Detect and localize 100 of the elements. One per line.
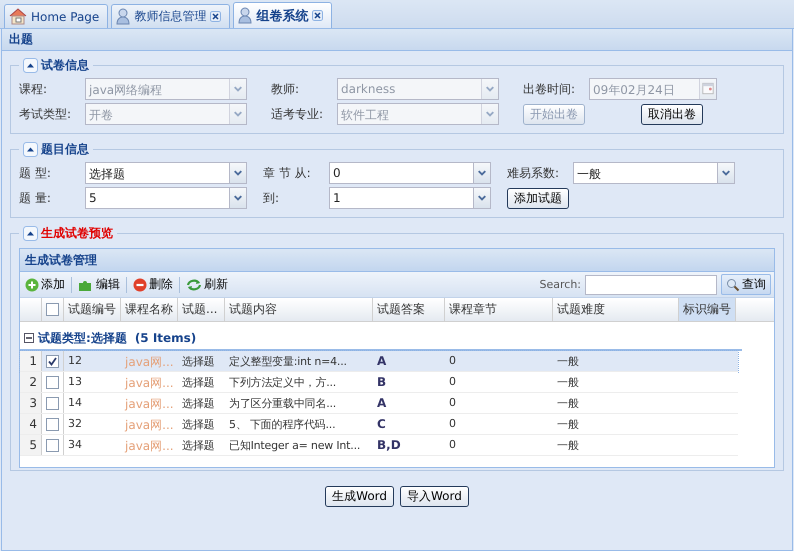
table-cell-text: java网...: [124, 375, 175, 392]
table-cell-text: java网...: [124, 396, 175, 413]
column-header[interactable]: 试题...: [178, 298, 225, 321]
collapse-icon[interactable]: [24, 333, 34, 343]
user-icon: [238, 7, 252, 24]
table-cell-text: 选择题: [181, 417, 216, 433]
table-cell-text: 0: [448, 437, 457, 453]
table-cell-text: 定义整型变量:int n=4...: [228, 354, 348, 370]
checkbox[interactable]: [46, 354, 59, 368]
field-label: 考试类型:: [19, 106, 72, 122]
checkbox[interactable]: [46, 418, 59, 430]
combo-field[interactable]: 5: [85, 187, 247, 209]
row-number: 1: [20, 351, 42, 371]
dropdown-trigger-icon[interactable]: [229, 188, 246, 208]
row-number: 2: [20, 372, 42, 392]
table-cell-text: 34: [67, 437, 83, 453]
search-icon: [726, 278, 740, 292]
field-label: 题 量:: [19, 190, 52, 206]
toolbar-button[interactable]: 删除: [131, 276, 175, 293]
dropdown-trigger-icon[interactable]: [717, 163, 734, 183]
table-cell-text: C: [376, 416, 387, 433]
user-icon: [116, 8, 130, 25]
tab[interactable]: Home Page: [4, 4, 108, 28]
column-header[interactable]: 试题答案: [373, 298, 445, 321]
section-title: 试卷信息: [41, 57, 89, 74]
column-header[interactable]: 课程名称: [121, 298, 178, 321]
word-button[interactable]: 导入Word: [400, 486, 469, 507]
table-cell-text: 0: [448, 395, 457, 411]
refresh-icon: [186, 278, 202, 292]
table-cell-text: java网...: [124, 354, 175, 371]
section-title: 生成试卷预览: [41, 225, 113, 242]
dropdown-trigger-icon[interactable]: [473, 163, 490, 183]
combo-field[interactable]: 一般: [573, 162, 735, 184]
grid-row[interactable]: 2 13 java网... 选择题 下列方法定义中，方... B 0 一般: [20, 372, 738, 393]
combo-field[interactable]: 0: [329, 162, 491, 184]
field-label: 到:: [263, 190, 280, 206]
table-cell-text: 0: [448, 416, 457, 432]
group-title: 试题类型:选择题: [38, 330, 127, 346]
checkbox[interactable]: [46, 438, 59, 452]
combo-field[interactable]: 1: [329, 187, 491, 209]
grid-row[interactable]: 3 14 java网... 选择题 为了区分重载中同名... A 0 一般: [20, 393, 738, 414]
checkbox[interactable]: [46, 303, 59, 316]
toolbar-button[interactable]: 添加: [23, 276, 67, 293]
checkbox[interactable]: [46, 396, 59, 410]
tab[interactable]: 组卷系统: [233, 2, 332, 28]
table-cell-text: java网...: [124, 438, 175, 455]
grid-row[interactable]: 4 32 java网... 选择题 5、 下面的程序代码... C 0 一般: [20, 414, 738, 435]
close-icon[interactable]: [312, 10, 324, 21]
collapse-toggle-icon[interactable]: [23, 58, 38, 73]
field-label: 出卷时间:: [523, 80, 576, 98]
table-cell-text: 0: [448, 353, 457, 369]
combo-field[interactable]: 选择题: [85, 162, 247, 184]
field-label: 章 节 从:: [263, 164, 312, 182]
table-cell-text: 一般: [556, 438, 580, 454]
row-number: 5: [20, 435, 42, 455]
field-label: 适考专业:: [271, 106, 324, 122]
toolbar-button[interactable]: 编辑: [76, 276, 122, 293]
row-number: 3: [20, 393, 42, 413]
table-cell-text: 32: [67, 416, 83, 432]
table-cell-text: 12: [67, 353, 83, 369]
dropdown-trigger-icon[interactable]: [229, 163, 246, 183]
table-cell-text: 一般: [556, 354, 580, 370]
tab[interactable]: 教师信息管理: [111, 4, 230, 28]
search-field[interactable]: [585, 274, 717, 294]
column-header[interactable]: 课程章节: [445, 298, 553, 321]
column-header[interactable]: 标识编号: [679, 298, 736, 321]
toolbar-button[interactable]: 刷新: [184, 276, 230, 293]
grid-title: 生成试卷管理: [20, 249, 774, 272]
house-icon: [9, 8, 27, 25]
column-header[interactable]: 试题内容: [225, 298, 373, 321]
grid-row[interactable]: 1 12 java网... 选择题 定义整型变量:int n=4... A 0 一般: [20, 351, 738, 372]
plus-icon: [25, 278, 39, 292]
add-question-button[interactable]: 添加试题: [507, 188, 569, 208]
table-cell-text: 已知Integer a= new Int...: [228, 438, 362, 454]
table-cell-text: 选择题: [181, 354, 216, 370]
checkbox[interactable]: [46, 376, 59, 388]
field-label: 难易系数:: [507, 164, 560, 182]
table-cell-text: 为了区分重载中同名...: [228, 396, 338, 412]
table-cell-text: 一般: [556, 417, 580, 433]
dropdown-trigger-icon[interactable]: [473, 188, 490, 208]
table-cell-text: 一般: [556, 375, 580, 391]
close-icon[interactable]: [210, 11, 222, 22]
table-cell-text: 13: [67, 374, 83, 390]
table-cell-text: 选择题: [181, 375, 216, 391]
row-number: 4: [20, 414, 42, 434]
section-title: 题目信息: [41, 141, 89, 158]
table-cell-text: 0: [448, 374, 457, 390]
search-button[interactable]: 查询: [721, 274, 771, 295]
group-count: (5 Items): [134, 331, 196, 345]
column-header[interactable]: 试题编号: [64, 298, 121, 321]
table-cell-text: B: [376, 374, 388, 391]
table-cell-text: 下列方法定义中，方...: [228, 375, 338, 391]
table-cell-text: 14: [67, 395, 83, 411]
grid-row[interactable]: 5 34 java网... 选择题 已知Integer a= new Int... B,D 0 一般: [20, 435, 738, 456]
action-button[interactable]: 取消出卷: [641, 104, 703, 124]
collapse-toggle-icon[interactable]: [23, 142, 38, 157]
word-button[interactable]: 生成Word: [325, 486, 394, 507]
collapse-toggle-icon[interactable]: [23, 226, 38, 241]
field-label: 教师:: [271, 80, 300, 98]
table-cell-text: A: [376, 395, 388, 412]
